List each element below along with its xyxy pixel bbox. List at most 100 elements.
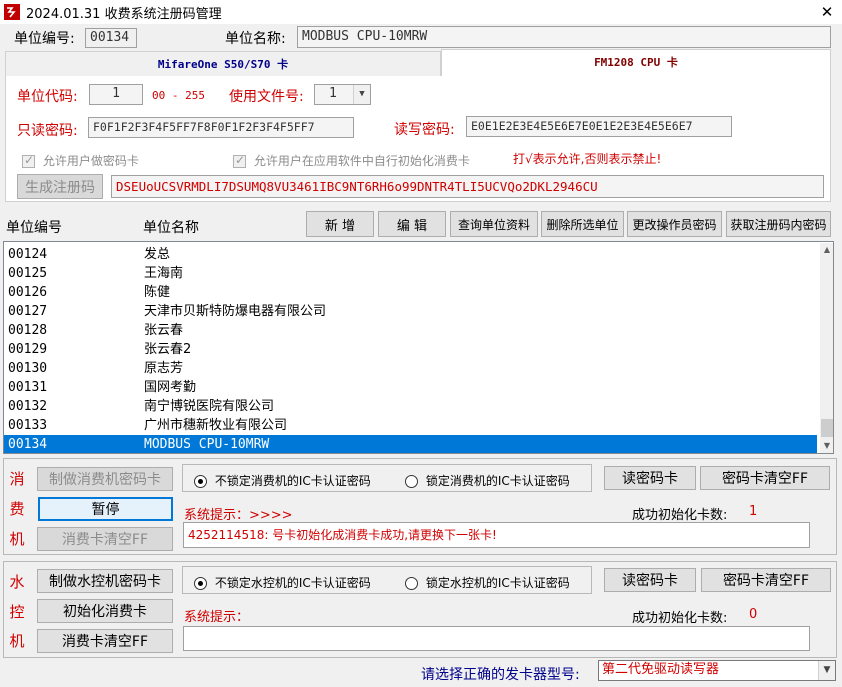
consume-message-box: 4252114518: 号卡初始化成消费卡成功,请更换下一张卡! (183, 522, 810, 548)
pause-button[interactable]: 暂停 (38, 497, 173, 521)
add-button[interactable]: 新 增 (306, 211, 374, 237)
checkbox-icon (22, 153, 35, 168)
unit-no-field[interactable]: 00134 (85, 28, 137, 48)
water-lock-radio[interactable]: 锁定水控机的IC卡认证密码 (405, 574, 570, 591)
unit-name: 张云春 (144, 323, 184, 338)
rw-pwd-label: 读写密码: (394, 122, 455, 138)
tab-mifare[interactable]: MifareOne S50/S70 卡 (5, 51, 441, 77)
query-unit-button[interactable]: 查询单位资料 (450, 211, 538, 237)
allow-make-pwd-checkbox[interactable]: 允许用户做密码卡 (22, 152, 139, 169)
allow-init-card-checkbox[interactable]: 允许用户在应用软件中自行初始化消费卡 (233, 152, 470, 169)
readonly-pwd-field[interactable]: F0F1F2F3F4F5FF7F8F0F1F2F3F4F5FF7 (88, 117, 354, 138)
consume-side-label-1: 消 (9, 470, 25, 488)
list-item[interactable]: 00132 南宁博锐医院有限公司 (4, 397, 817, 416)
app-icon (4, 4, 20, 20)
unit-no-label: 单位编号: (14, 31, 75, 47)
edit-button[interactable]: 编 辑 (378, 211, 446, 237)
col-unit-no-header: 单位编号 (6, 220, 62, 236)
make-water-pwd-card-button[interactable]: 制做水控机密码卡 (37, 569, 173, 593)
consume-unlock-radio[interactable]: 不锁定消费机的IC卡认证密码 (194, 472, 371, 489)
chevron-down-icon: ▼ (818, 661, 835, 680)
consume-unlock-label: 不锁定消费机的IC卡认证密码 (214, 474, 371, 488)
init-consume-card-button[interactable]: 初始化消费卡 (37, 599, 173, 623)
unit-no: 00125 (8, 266, 48, 281)
chevron-down-icon: ▼ (353, 85, 370, 104)
list-item[interactable]: 00127 天津市贝斯特防爆电器有限公司 (4, 302, 817, 321)
consume-lock-radio[interactable]: 锁定消费机的IC卡认证密码 (405, 472, 570, 489)
make-consume-pwd-card-button[interactable]: 制做消费机密码卡 (37, 467, 173, 491)
list-item[interactable]: 00129 张云春2 (4, 340, 817, 359)
radio-icon (194, 475, 207, 488)
radio-icon (405, 475, 418, 488)
unit-name: 南宁博锐医院有限公司 (144, 399, 275, 414)
unit-code-range: 00 - 255 (152, 89, 205, 102)
unit-no: 00129 (8, 342, 48, 357)
readonly-pwd-label: 只读密码: (17, 123, 78, 139)
consume-read-pwd-card-button[interactable]: 读密码卡 (604, 466, 696, 490)
water-clear-pwd-card-button[interactable]: 密码卡清空FF (701, 568, 831, 592)
list-item[interactable]: 00125 王海南 (4, 264, 817, 283)
list-item[interactable]: 00130 原志芳 (4, 359, 817, 378)
radio-icon (405, 577, 418, 590)
unit-name: 天津市贝斯特防爆电器有限公司 (144, 304, 327, 319)
scroll-thumb[interactable] (821, 419, 833, 437)
reader-type-select[interactable]: 第二代免驱动读写器 ▼ (598, 660, 836, 681)
list-item[interactable]: 00126 陈健 (4, 283, 817, 302)
water-lock-label: 锁定水控机的IC卡认证密码 (425, 576, 570, 590)
consume-clear-pwd-card-button[interactable]: 密码卡清空FF (700, 466, 830, 490)
check-hint: 打√表示允许,否则表示禁止! (513, 152, 662, 166)
water-unlock-radio[interactable]: 不锁定水控机的IC卡认证密码 (194, 574, 371, 591)
consume-lock-label: 锁定消费机的IC卡认证密码 (425, 474, 570, 488)
unit-no: 00133 (8, 418, 48, 433)
file-no-value: 1 (329, 86, 337, 101)
radio-icon (194, 577, 207, 590)
consume-clear-card-button[interactable]: 消费卡清空FF (37, 527, 173, 551)
water-success-label: 成功初始化卡数: (632, 611, 728, 626)
list-item[interactable]: 00128 张云春 (4, 321, 817, 340)
water-success-count: 0 (749, 607, 758, 622)
list-item[interactable]: 00133 广州市穗新牧业有限公司 (4, 416, 817, 435)
unit-name-label: 单位名称: (225, 31, 286, 47)
consume-sys-hint-label: 系统提示：>>>> (184, 508, 293, 523)
unit-name: 陈健 (144, 285, 171, 300)
window-title: 2024.01.31 收费系统注册码管理 (26, 7, 222, 22)
unit-no: 00132 (8, 399, 48, 414)
water-side-label-2: 控 (9, 603, 25, 621)
file-no-label: 使用文件号: (229, 89, 304, 105)
unit-name: 广州市穗新牧业有限公司 (144, 418, 288, 433)
gen-code-button[interactable]: 生成注册码 (17, 174, 103, 199)
unit-no: 00126 (8, 285, 48, 300)
list-item-selected[interactable]: 00134 MODBUS CPU-10MRW (4, 435, 817, 453)
unit-name-field[interactable]: MODBUS CPU-10MRW (297, 26, 831, 48)
delete-unit-button[interactable]: 删除所选单位 (541, 211, 624, 237)
list-item[interactable]: 00131 国网考勤 (4, 378, 817, 397)
water-clear-card-button[interactable]: 消费卡清空FF (37, 629, 173, 653)
unit-name: MODBUS CPU-10MRW (144, 437, 270, 452)
scroll-up-icon[interactable]: ▲ (820, 243, 833, 257)
allow-init-card-label: 允许用户在应用软件中自行初始化消费卡 (253, 154, 470, 168)
list-scrollbar[interactable]: ▲ ▼ (820, 243, 833, 453)
change-pwd-button[interactable]: 更改操作员密码 (627, 211, 722, 237)
tab-fm1208[interactable]: FM1208 CPU 卡 (441, 49, 831, 77)
file-no-select[interactable]: 1 ▼ (314, 84, 371, 105)
unit-code-field[interactable]: 1 (89, 84, 143, 105)
unit-no: 00127 (8, 304, 48, 319)
water-read-pwd-card-button[interactable]: 读密码卡 (604, 568, 696, 592)
unit-no: 00124 (8, 247, 48, 262)
scroll-down-icon[interactable]: ▼ (820, 439, 833, 453)
allow-make-pwd-label: 允许用户做密码卡 (42, 154, 139, 168)
list-item[interactable]: 00124 发总 (4, 245, 817, 264)
reg-code-field[interactable]: DSEUoUCSVRMDLI7DSUMQ8VU3461IBC9NT6RH6o99… (111, 175, 824, 198)
water-side-label-1: 水 (9, 573, 25, 591)
close-icon[interactable]: ✕ (812, 0, 842, 24)
rw-pwd-field[interactable]: E0E1E2E3E4E5E6E7E0E1E2E3E4E5E6E7 (466, 116, 732, 137)
consume-side-label-3: 机 (9, 530, 25, 548)
unit-no: 00128 (8, 323, 48, 338)
consume-side-label-2: 费 (9, 500, 25, 518)
unit-list[interactable]: 00124 发总 00125 王海南 00126 陈健 00127 天津市贝斯特防爆电器… (3, 241, 834, 454)
unit-no: 00134 (8, 437, 48, 452)
water-side-label-3: 机 (9, 632, 25, 650)
get-code-pwd-button[interactable]: 获取注册码内密码 (726, 211, 831, 237)
unit-code-label: 单位代码: (17, 89, 78, 105)
unit-name: 张云春2 (144, 342, 192, 357)
